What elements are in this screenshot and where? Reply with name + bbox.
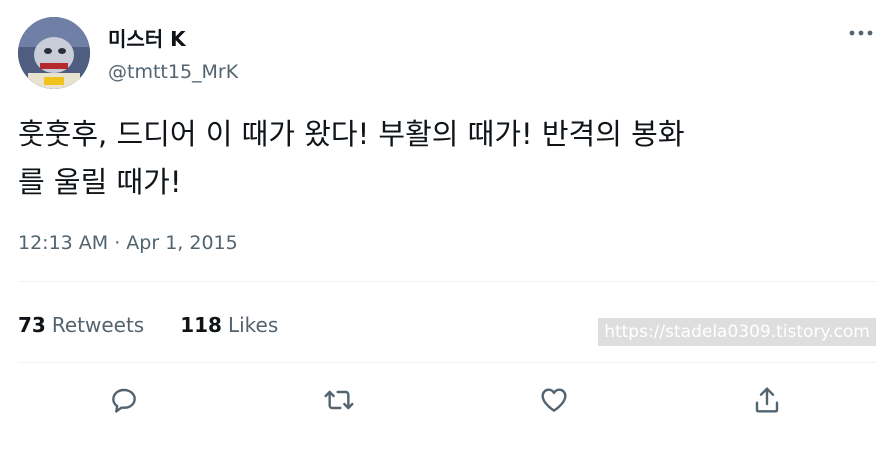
likes-count: 118 bbox=[180, 313, 222, 337]
share-icon[interactable] bbox=[749, 382, 785, 418]
avatar[interactable] bbox=[18, 17, 90, 89]
tweet-text-line-2: 를 울릴 때가! bbox=[18, 165, 182, 199]
reply-icon[interactable] bbox=[106, 382, 142, 418]
retweets-count: 73 bbox=[18, 313, 46, 337]
like-icon[interactable] bbox=[536, 382, 572, 418]
tweet-stats: 73 Retweets 118 Likes bbox=[18, 311, 314, 339]
tweet-timestamp[interactable]: 12:13 AM · Apr 1, 2015 bbox=[18, 231, 238, 255]
retweets-label: Retweets bbox=[51, 313, 145, 337]
watermark: https://stadela0309.tistory.com bbox=[598, 318, 876, 346]
divider-top bbox=[18, 281, 876, 282]
likes-label: Likes bbox=[227, 313, 279, 337]
retweets-stat[interactable]: 73 Retweets bbox=[18, 311, 144, 339]
tweet-text: 훗훗후, 드디어 이 때가 왔다! 부활의 때가! 반격의 봉화 를 울릴 때가… bbox=[18, 110, 868, 206]
tweet-text-line-1: 훗훗후, 드디어 이 때가 왔다! 부활의 때가! 반격의 봉화 bbox=[18, 117, 685, 151]
display-name[interactable]: 미스터 K bbox=[108, 26, 186, 52]
likes-stat[interactable]: 118 Likes bbox=[180, 311, 278, 339]
divider-bottom bbox=[18, 362, 876, 363]
more-options-icon[interactable] bbox=[846, 20, 876, 46]
user-handle[interactable]: @tmtt15_MrK bbox=[108, 60, 238, 84]
tweet-card: 미스터 K @tmtt15_MrK 훗훗후, 드디어 이 때가 왔다! 부활의 … bbox=[0, 0, 894, 454]
retweet-icon[interactable] bbox=[321, 382, 357, 418]
